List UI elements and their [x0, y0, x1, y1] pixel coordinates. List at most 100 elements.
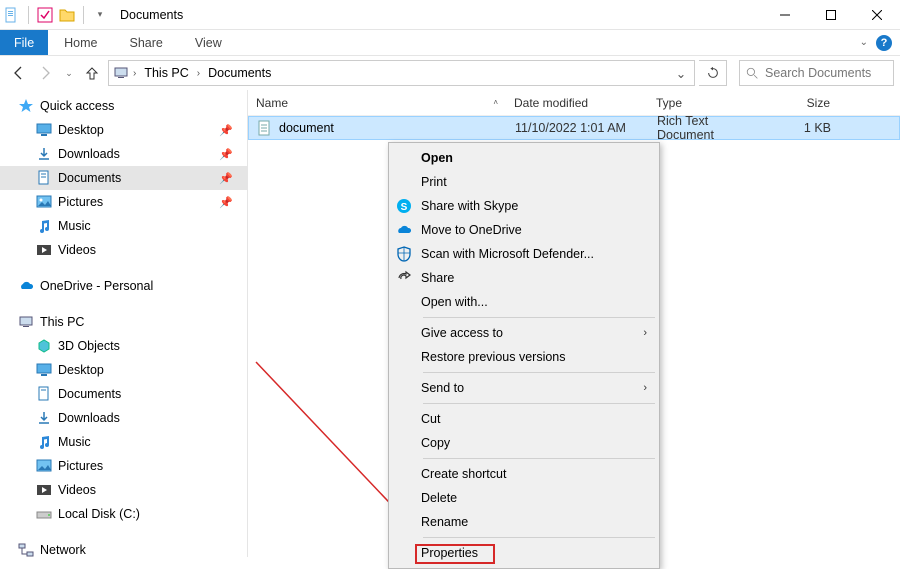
sidebar-item-3dobjects[interactable]: 3D Objects: [0, 334, 247, 358]
menu-delete[interactable]: Delete: [391, 486, 657, 510]
sidebar-item-desktop[interactable]: Desktop📌: [0, 118, 247, 142]
sidebar-item-music[interactable]: Music: [0, 430, 247, 454]
sidebar-item-pictures[interactable]: Pictures 📌: [0, 190, 247, 214]
drive-icon: [36, 506, 52, 522]
sidebar-item-onedrive[interactable]: OneDrive - Personal: [0, 274, 247, 298]
nav-label: Desktop: [58, 363, 104, 377]
menu-shortcut[interactable]: Create shortcut: [391, 462, 657, 486]
breadcrumb-segment[interactable]: This PC: [140, 66, 192, 80]
videos-icon: [36, 482, 52, 498]
sidebar-item-music[interactable]: Music: [0, 214, 247, 238]
ribbon-expand-icon[interactable]: ⌄: [860, 37, 868, 48]
menu-rename[interactable]: Rename: [391, 510, 657, 534]
menu-properties[interactable]: Properties: [391, 541, 657, 565]
column-header-type[interactable]: Type: [648, 96, 768, 110]
quick-access-root[interactable]: Quick access: [0, 94, 247, 118]
nav-label: Downloads: [58, 411, 120, 425]
breadcrumb-segment[interactable]: Documents: [204, 66, 275, 80]
file-size: 1 KB: [769, 121, 839, 135]
help-icon[interactable]: ?: [876, 35, 892, 51]
tab-home[interactable]: Home: [48, 30, 113, 55]
sidebar-item-videos[interactable]: Videos: [0, 238, 247, 262]
menu-giveaccess[interactable]: Give access to›: [391, 321, 657, 345]
nav-label: Pictures: [58, 195, 103, 209]
file-type: Rich Text Document: [649, 114, 769, 142]
menu-share[interactable]: Share: [391, 266, 657, 290]
column-headers: Name˄ Date modified Type Size: [248, 90, 900, 116]
menu-cut[interactable]: Cut: [391, 407, 657, 431]
chevron-right-icon[interactable]: ›: [195, 68, 202, 79]
pictures-icon: [36, 458, 52, 474]
shield-icon: [391, 246, 417, 262]
breadcrumb-dropdown-icon[interactable]: ⌄: [672, 66, 690, 81]
pc-icon: [113, 65, 129, 81]
forward-button[interactable]: [34, 61, 58, 85]
column-header-date[interactable]: Date modified: [506, 96, 648, 110]
pin-icon: 📌: [219, 196, 233, 209]
chevron-right-icon: ›: [643, 382, 647, 394]
recent-dropdown[interactable]: ⌄: [62, 61, 76, 85]
folder-quick-icon[interactable]: [59, 7, 75, 23]
file-row[interactable]: document 11/10/2022 1:01 AM Rich Text Do…: [248, 116, 900, 140]
sidebar-item-documents[interactable]: Documents: [0, 382, 247, 406]
pin-icon: 📌: [219, 124, 233, 137]
column-header-size[interactable]: Size: [768, 96, 838, 110]
menu-onedrive[interactable]: Move to OneDrive: [391, 218, 657, 242]
downloads-icon: [36, 410, 52, 426]
qat-dropdown-icon[interactable]: ▾: [92, 7, 108, 23]
breadcrumb[interactable]: › This PC › Documents ⌄: [108, 60, 695, 86]
menu-defender[interactable]: Scan with Microsoft Defender...: [391, 242, 657, 266]
address-bar: ⌄ › This PC › Documents ⌄ Search Documen…: [0, 56, 900, 90]
quick-access-toolbar: ▾: [0, 6, 112, 24]
documents-icon: [36, 170, 52, 186]
menu-open[interactable]: Open: [391, 146, 657, 170]
nav-label: Local Disk (C:): [58, 507, 140, 521]
column-header-name[interactable]: Name˄: [248, 96, 506, 110]
close-button[interactable]: [854, 0, 900, 30]
menu-copy[interactable]: Copy: [391, 431, 657, 455]
nav-label: Documents: [58, 171, 121, 185]
up-button[interactable]: [80, 61, 104, 85]
menu-restore[interactable]: Restore previous versions: [391, 345, 657, 369]
search-placeholder: Search Documents: [765, 66, 871, 80]
sidebar-item-videos[interactable]: Videos: [0, 478, 247, 502]
cube-icon: [36, 338, 52, 354]
pc-icon: [18, 314, 34, 330]
music-icon: [36, 218, 52, 234]
minimize-button[interactable]: [762, 0, 808, 30]
menu-sendto[interactable]: Send to›: [391, 376, 657, 400]
sidebar-item-documents[interactable]: Documents📌: [0, 166, 247, 190]
sidebar-item-localdisk[interactable]: Local Disk (C:): [0, 502, 247, 526]
desktop-icon: [36, 362, 52, 378]
menu-openwith[interactable]: Open with...: [391, 290, 657, 314]
sidebar-item-thispc[interactable]: This PC: [0, 310, 247, 334]
sidebar-item-desktop[interactable]: Desktop: [0, 358, 247, 382]
nav-label: Documents: [58, 387, 121, 401]
downloads-icon: [36, 146, 52, 162]
file-tab[interactable]: File: [0, 30, 48, 55]
documents-icon: [36, 386, 52, 402]
chevron-right-icon[interactable]: ›: [131, 68, 138, 79]
music-icon: [36, 434, 52, 450]
onedrive-icon: [391, 222, 417, 238]
back-button[interactable]: [6, 61, 30, 85]
onedrive-icon: [18, 278, 34, 294]
sidebar-item-pictures[interactable]: Pictures: [0, 454, 247, 478]
videos-icon: [36, 242, 52, 258]
sidebar-item-downloads[interactable]: Downloads 📌: [0, 142, 247, 166]
maximize-button[interactable]: [808, 0, 854, 30]
menu-skype[interactable]: SShare with Skype: [391, 194, 657, 218]
title-bar: ▾ Documents: [0, 0, 900, 30]
search-input[interactable]: Search Documents: [739, 60, 894, 86]
refresh-button[interactable]: [699, 60, 727, 86]
sidebar-item-downloads[interactable]: Downloads: [0, 406, 247, 430]
sidebar-item-network[interactable]: Network: [0, 538, 247, 557]
search-icon: [746, 67, 759, 80]
sort-indicator-icon: ˄: [493, 98, 498, 107]
nav-label: Downloads: [58, 147, 120, 161]
menu-print[interactable]: Print: [391, 170, 657, 194]
tab-view[interactable]: View: [179, 30, 238, 55]
tab-share[interactable]: Share: [114, 30, 179, 55]
pin-icon: 📌: [219, 148, 233, 161]
properties-quick-icon[interactable]: [37, 7, 53, 23]
